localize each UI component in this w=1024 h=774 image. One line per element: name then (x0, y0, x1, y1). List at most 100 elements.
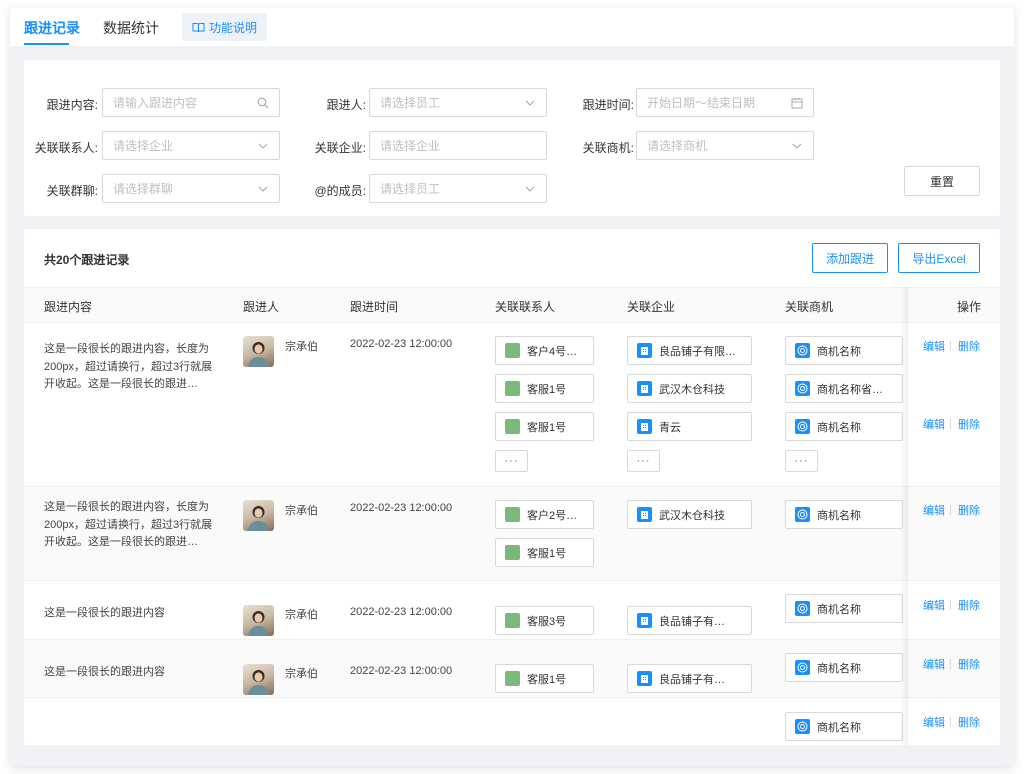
contact-name: 客服1号 (527, 421, 567, 434)
avatar (243, 336, 274, 367)
help-label: 功能说明 (208, 20, 257, 35)
target-icon (795, 381, 810, 396)
company-tag[interactable]: 良品铺子有… (627, 606, 752, 635)
deal-tag[interactable]: 商机名称 (785, 412, 903, 441)
deal-name: 商机名称 (817, 662, 861, 675)
contact-tag[interactable]: 客户4号… (495, 336, 594, 365)
company-tag[interactable]: 武汉木仓科技 (627, 500, 752, 529)
delete-button[interactable]: 删除 (958, 338, 980, 354)
date-range-picker[interactable]: 开始日期～结束日期 (636, 88, 814, 117)
filter-group-label: 关联群聊: (46, 184, 98, 198)
company-icon (637, 613, 652, 628)
ops-divider (950, 341, 951, 351)
contact-tag[interactable]: 客服1号 (495, 374, 594, 403)
delete-button[interactable]: 删除 (958, 597, 980, 613)
book-icon (192, 22, 205, 33)
deal-tag[interactable]: 商机名称 (785, 712, 903, 741)
filter-deal-label: 关联商机: (582, 141, 634, 155)
contact-tag[interactable]: 客服1号 (495, 664, 594, 693)
ops-divider (950, 419, 951, 429)
help-button[interactable]: 功能说明 (182, 13, 267, 41)
target-icon (795, 419, 810, 434)
delete-button[interactable]: 删除 (958, 656, 980, 672)
content-placeholder: 请输入跟进内容 (113, 96, 198, 110)
company-tag[interactable]: 青云 (627, 412, 752, 441)
company-tag[interactable]: 良品铺子有… (627, 664, 752, 693)
delete-button[interactable]: 删除 (958, 502, 980, 518)
tab-statistics[interactable]: 数据统计 (103, 18, 159, 38)
contact-name: 客服1号 (527, 383, 567, 396)
company-icon (637, 419, 652, 434)
more-contacts-button[interactable]: ··· (495, 450, 528, 472)
row-content: 这是一段很长的跟进内容，长度为200px，超过请换行，超过3行就展开收起。这是一… (44, 343, 213, 390)
reset-button[interactable]: 重置 (904, 166, 980, 196)
follow-time: 2022-02-23 12:00:00 (350, 502, 453, 514)
contact-select[interactable]: 请选择企业 (102, 131, 280, 160)
col-ops: 操作 (957, 300, 982, 314)
contact-name: 客服1号 (527, 673, 567, 686)
company-name: 良品铺子有… (659, 615, 725, 628)
edit-button[interactable]: 编辑 (923, 416, 945, 432)
follower-name: 宗承伯 (285, 505, 318, 517)
follow-time: 2022-02-23 12:00:00 (350, 606, 453, 618)
company-name: 青云 (659, 421, 681, 434)
more-deals-button[interactable]: ··· (785, 450, 818, 472)
deal-tag[interactable]: 商机名称 (785, 500, 903, 529)
contact-tag[interactable]: 客服1号 (495, 412, 594, 441)
group-placeholder: 请选择群聊 (113, 182, 174, 196)
edit-button[interactable]: 编辑 (923, 597, 945, 613)
company-input[interactable]: 请选择企业 (369, 131, 547, 160)
edit-button[interactable]: 编辑 (923, 502, 945, 518)
table-header: 跟进内容 跟进人 跟进时间 关联联系人 关联企业 关联商机 操作 (24, 287, 1000, 323)
company-icon (637, 381, 652, 396)
edit-button[interactable]: 编辑 (923, 338, 945, 354)
ops-divider (950, 717, 951, 727)
filter-time-label: 跟进时间: (582, 98, 634, 112)
contact-name: 客户2号… (527, 509, 578, 522)
company-tag[interactable]: 武汉木仓科技 (627, 374, 752, 403)
deal-tag[interactable]: 商机名称 (785, 594, 903, 623)
content-search-input[interactable]: 请输入跟进内容 (102, 88, 280, 117)
contact-icon (505, 545, 520, 560)
col-content: 跟进内容 (44, 300, 93, 314)
deal-tag[interactable]: 商机名称 (785, 336, 903, 365)
contact-tag[interactable]: 客服3号 (495, 606, 594, 635)
more-companies-button[interactable]: ··· (627, 450, 660, 472)
contact-icon (505, 613, 520, 628)
deal-name: 商机名称 (817, 509, 861, 522)
deal-name: 商机名称省… (817, 383, 883, 396)
deal-tag[interactable]: 商机名称省… (785, 374, 903, 403)
edit-button[interactable]: 编辑 (923, 656, 945, 672)
add-follow-button[interactable]: 添加跟进 (812, 243, 888, 273)
deal-tag[interactable]: 商机名称 (785, 653, 903, 682)
target-icon (795, 601, 810, 616)
group-chat-select[interactable]: 请选择群聊 (102, 174, 280, 203)
contact-tag[interactable]: 客服1号 (495, 538, 594, 567)
deal-select[interactable]: 请选择商机 (636, 131, 814, 160)
contact-tag[interactable]: 客户2号… (495, 500, 594, 529)
company-icon (637, 343, 652, 358)
col-deals: 关联商机 (785, 300, 834, 314)
contact-name: 客服1号 (527, 547, 567, 560)
tab-follow-records[interactable]: 跟进记录 (24, 18, 80, 38)
avatar (243, 605, 274, 636)
export-excel-button[interactable]: 导出Excel (898, 243, 980, 273)
follow-time: 2022-02-23 12:00:00 (350, 338, 453, 350)
follower-name: 宗承伯 (285, 668, 318, 680)
table-row: 这是一段很长的跟进内容，长度为200px，超过请换行，超过3行就展开收起。这是一… (24, 323, 1000, 487)
company-tag[interactable]: 良品铺子有限… (627, 336, 752, 365)
follower-name: 宗承伯 (285, 609, 318, 621)
follower-select[interactable]: 请选择员工 (369, 88, 547, 117)
delete-button[interactable]: 删除 (958, 714, 980, 730)
follower-name: 宗承伯 (285, 341, 318, 353)
edit-button[interactable]: 编辑 (923, 714, 945, 730)
chevron-down-icon (524, 97, 536, 109)
filter-follower-label: 跟进人: (326, 98, 366, 112)
mention-select[interactable]: 请选择员工 (369, 174, 547, 203)
row-content: 这是一段很长的跟进内容 (44, 666, 165, 678)
company-name: 良品铺子有限… (659, 345, 736, 358)
contact-placeholder: 请选择企业 (113, 139, 174, 153)
col-follower: 跟进人 (243, 300, 280, 314)
follow-time: 2022-02-23 12:00:00 (350, 665, 453, 677)
delete-button[interactable]: 删除 (958, 416, 980, 432)
